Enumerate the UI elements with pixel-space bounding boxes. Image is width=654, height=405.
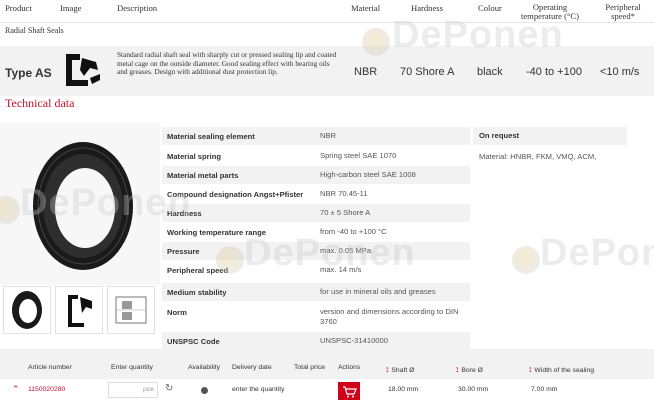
on-request-title: On request (479, 131, 520, 140)
spec-label: Material sealing element (167, 132, 255, 141)
table-row: ⌃ 1150020280 pce ↻ enter the quantity 18… (0, 380, 654, 400)
article-number-link[interactable]: 1150020280 (28, 386, 65, 393)
spec-label: Working temperature range (167, 228, 267, 237)
product-material: NBR (354, 66, 378, 78)
col-operating-temperature: Operating temperature (°C) (520, 2, 580, 21)
quantity-input[interactable]: pce (108, 382, 158, 398)
thumbnail-seal-drawing[interactable] (107, 286, 155, 334)
th-availability: Availability (188, 364, 220, 371)
spec-value: max. 14 m/s (320, 265, 362, 274)
th-actions: Actions (338, 364, 361, 371)
col-product: Product (5, 3, 32, 13)
spec-row: Material sealing element NBR (162, 127, 470, 145)
spec-row: UNSPSC Code UNSPSC-31410000 (162, 332, 470, 350)
sort-icon: ↕ (528, 364, 533, 374)
sort-icon: ↕ (455, 364, 460, 374)
spec-label: Medium stability (167, 288, 227, 297)
seal-thumb-icon (12, 291, 42, 329)
spec-value: NBR 70.45-11 (320, 189, 368, 198)
spec-value: High-carbon steel SAE 1008 (320, 170, 416, 179)
spec-value: 70 ± 5 Shore A (320, 208, 371, 217)
technical-data-title: Technical data (5, 96, 75, 110)
spec-row: Pressure max. 0.05 MPa (162, 242, 470, 260)
th-width-label: Width of the sealing (534, 367, 595, 374)
spec-value: Spring steel SAE 1070 (320, 151, 397, 160)
watermark-disc-icon (512, 246, 540, 274)
spec-row: Medium stability for use in mineral oils… (162, 283, 470, 301)
spec-value: from -40 to +100 °C (320, 227, 387, 236)
width-value: 7.00 mm (531, 386, 558, 393)
spec-row: Material spring Spring steel SAE 1070 (162, 147, 470, 165)
bore-value: 30.00 mm (458, 386, 489, 393)
watermark-text: DePonen (540, 232, 654, 274)
delivery-date-value: enter the quantity (232, 386, 285, 393)
col-hardness: Hardness (411, 3, 443, 13)
profile-thumb-icon (68, 295, 92, 327)
col-peripheral-speed: Peripheral speed* (605, 2, 641, 21)
add-to-cart-button[interactable] (338, 382, 360, 400)
thumbnail-seal-photo[interactable] (3, 286, 51, 334)
th-enter-quantity: Enter quantity (111, 364, 153, 371)
product-type[interactable]: Type AS (5, 66, 52, 80)
spec-label: Peripheral speed (167, 266, 229, 275)
spec-label: Pressure (167, 247, 200, 256)
drawing-thumb-icon (115, 296, 147, 324)
spec-label: Material metal parts (167, 171, 239, 180)
th-shaft[interactable]: ↕ Shaft Ø (385, 364, 414, 374)
divider (0, 22, 654, 23)
product-colour: black (477, 66, 503, 78)
spec-value: NBR (320, 131, 337, 140)
spec-row: Compound designation Angst+Pfister NBR 7… (162, 185, 470, 203)
chevron-up-icon[interactable]: ⌃ (12, 384, 20, 395)
spec-label: UNSPSC Code (167, 337, 220, 346)
spec-row: Material metal parts High-carbon steel S… (162, 166, 470, 184)
thumbnail-seal-profile[interactable] (55, 286, 103, 334)
spec-row: Peripheral speed max. 14 m/s (162, 261, 470, 279)
spec-value: for use in mineral oils and greases (320, 287, 436, 296)
col-image: Image (60, 3, 82, 13)
spec-value: max. 0.05 MPa (320, 246, 372, 255)
product-description: Standard radial shaft seal with sharply … (117, 50, 337, 77)
shaft-value: 18.00 mm (388, 386, 419, 393)
spec-row: Hardness 70 ± 5 Shore A (162, 204, 470, 222)
spec-label: Hardness (167, 209, 202, 218)
th-article-number[interactable]: Article number (28, 364, 72, 371)
article-table-header: Article number Enter quantity Availabili… (0, 349, 654, 379)
quantity-unit: pce (143, 386, 154, 393)
spec-label: Compound designation Angst+Pfister (167, 190, 304, 199)
product-temperature: -40 to +100 (526, 66, 582, 78)
spec-label: Material spring (167, 152, 222, 161)
th-bore[interactable]: ↕ Bore Ø (455, 364, 483, 374)
th-delivery-date: Delivery date (232, 364, 272, 371)
th-width[interactable]: ↕ Width of the sealing (528, 364, 594, 374)
spec-row: Norm version and dimensions according to… (162, 303, 470, 331)
th-total-price: Total price (294, 364, 325, 371)
th-shaft-label: Shaft Ø (391, 367, 415, 374)
refresh-icon[interactable]: ↻ (165, 383, 173, 394)
product-table-header: Product Image Description Material Hardn… (0, 0, 654, 22)
seal-photo-icon[interactable] (25, 134, 143, 276)
spec-value: version and dimensions according to DIN … (320, 307, 459, 326)
spec-value: UNSPSC-31410000 (320, 336, 388, 345)
availability-dot-icon (201, 387, 208, 394)
seal-profile-icon (66, 54, 100, 86)
col-colour: Colour (478, 3, 502, 13)
spec-label: Norm (167, 308, 187, 317)
product-category: Radial Shaft Seals (5, 26, 64, 35)
col-material: Material (351, 3, 381, 13)
sort-icon: ↕ (385, 364, 390, 374)
spec-row: Working temperature range from -40 to +1… (162, 223, 470, 241)
on-request-value: Material: HNBR, FKM, VMQ, ACM, (479, 152, 597, 161)
th-bore-label: Bore Ø (461, 367, 483, 374)
product-speed: <10 m/s (600, 66, 640, 78)
cart-icon (343, 386, 357, 398)
product-hardness: 70 Shore A (400, 66, 455, 78)
col-description: Description (117, 3, 158, 13)
